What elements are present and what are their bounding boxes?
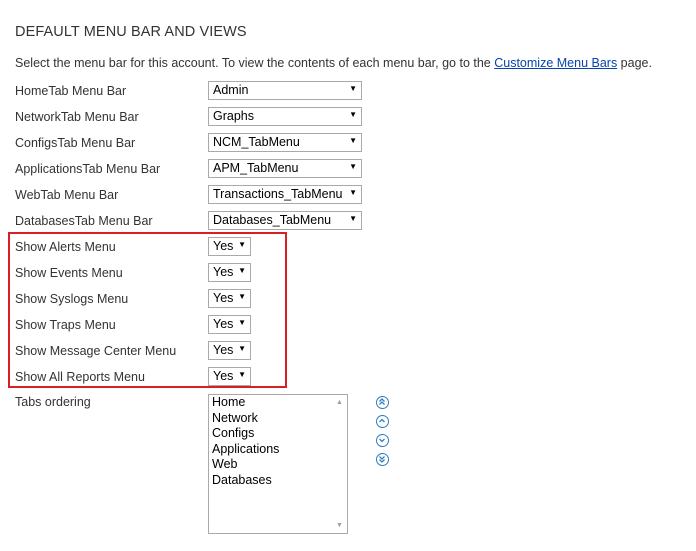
intro-text-after: page. bbox=[617, 56, 652, 70]
applicationstab-select-value: APM_TabMenu bbox=[213, 161, 299, 175]
show-traps-row: Show Traps Menu Yes ▼ bbox=[15, 315, 415, 335]
show-alerts-row: Show Alerts Menu Yes ▼ bbox=[15, 237, 415, 257]
show-traps-label: Show Traps Menu bbox=[15, 318, 116, 332]
dropdown-arrow-icon: ▼ bbox=[349, 162, 357, 171]
show-alerts-select-value: Yes bbox=[213, 239, 234, 253]
applicationstab-row: ApplicationsTab Menu Bar APM_TabMenu ▼ bbox=[15, 159, 415, 179]
tabs-ordering-list: Home Network Configs Applications Web Da… bbox=[212, 395, 279, 488]
move-to-top-icon[interactable] bbox=[376, 396, 389, 409]
networktab-select-value: Graphs bbox=[213, 109, 254, 123]
show-traps-select-value: Yes bbox=[213, 317, 234, 331]
show-message-center-select[interactable]: Yes ▼ bbox=[208, 341, 251, 360]
show-syslogs-select[interactable]: Yes ▼ bbox=[208, 289, 251, 308]
list-item[interactable]: Network bbox=[212, 411, 279, 427]
dropdown-arrow-icon: ▼ bbox=[349, 84, 357, 93]
configstab-row: ConfigsTab Menu Bar NCM_TabMenu ▼ bbox=[15, 133, 415, 153]
dropdown-arrow-icon: ▼ bbox=[349, 214, 357, 223]
webtab-row: WebTab Menu Bar Transactions_TabMenu ▼ bbox=[15, 185, 415, 205]
databasestab-select-value: Databases_TabMenu bbox=[213, 213, 332, 227]
dropdown-arrow-icon: ▼ bbox=[238, 292, 246, 301]
dropdown-arrow-icon: ▼ bbox=[238, 318, 246, 327]
show-message-center-label: Show Message Center Menu bbox=[15, 344, 177, 358]
move-to-bottom-icon[interactable] bbox=[376, 453, 389, 466]
show-alerts-label: Show Alerts Menu bbox=[15, 240, 116, 254]
applicationstab-select[interactable]: APM_TabMenu ▼ bbox=[208, 159, 362, 178]
dropdown-arrow-icon: ▼ bbox=[238, 266, 246, 275]
show-message-center-row: Show Message Center Menu Yes ▼ bbox=[15, 341, 415, 361]
intro-text-before: Select the menu bar for this account. To… bbox=[15, 56, 495, 70]
customize-menu-bars-link[interactable]: Customize Menu Bars bbox=[494, 56, 617, 70]
tabs-ordering-label: Tabs ordering bbox=[15, 395, 91, 409]
networktab-row: NetworkTab Menu Bar Graphs ▼ bbox=[15, 107, 415, 127]
show-all-reports-row: Show All Reports Menu Yes ▼ bbox=[15, 367, 415, 387]
show-all-reports-label: Show All Reports Menu bbox=[15, 370, 145, 384]
show-events-select-value: Yes bbox=[213, 265, 234, 279]
show-traps-select[interactable]: Yes ▼ bbox=[208, 315, 251, 334]
list-item[interactable]: Databases bbox=[212, 473, 279, 489]
show-syslogs-label: Show Syslogs Menu bbox=[15, 292, 129, 306]
hometab-select[interactable]: Admin ▼ bbox=[208, 81, 362, 100]
webtab-select[interactable]: Transactions_TabMenu ▼ bbox=[208, 185, 362, 204]
configstab-select[interactable]: NCM_TabMenu ▼ bbox=[208, 133, 362, 152]
show-syslogs-row: Show Syslogs Menu Yes ▼ bbox=[15, 289, 415, 309]
scroll-down-icon[interactable]: ▼ bbox=[336, 522, 343, 529]
list-item[interactable]: Web bbox=[212, 457, 279, 473]
listbox-scrollbar[interactable]: ▲ ▼ bbox=[332, 395, 347, 533]
databasestab-label: DatabasesTab Menu Bar bbox=[15, 214, 153, 228]
databasestab-select[interactable]: Databases_TabMenu ▼ bbox=[208, 211, 362, 230]
page-title: DEFAULT MENU BAR AND VIEWS bbox=[15, 24, 247, 40]
networktab-select[interactable]: Graphs ▼ bbox=[208, 107, 362, 126]
list-item[interactable]: Configs bbox=[212, 426, 279, 442]
dropdown-arrow-icon: ▼ bbox=[349, 136, 357, 145]
show-all-reports-select-value: Yes bbox=[213, 369, 234, 383]
list-item[interactable]: Applications bbox=[212, 442, 279, 458]
applicationstab-label: ApplicationsTab Menu Bar bbox=[15, 162, 161, 176]
show-alerts-select[interactable]: Yes ▼ bbox=[208, 237, 251, 256]
networktab-label: NetworkTab Menu Bar bbox=[15, 110, 139, 124]
move-down-icon[interactable] bbox=[376, 434, 389, 447]
scroll-up-icon[interactable]: ▲ bbox=[336, 399, 343, 406]
dropdown-arrow-icon: ▼ bbox=[238, 240, 246, 249]
webtab-label: WebTab Menu Bar bbox=[15, 188, 119, 202]
show-message-center-select-value: Yes bbox=[213, 343, 234, 357]
databasestab-row: DatabasesTab Menu Bar Databases_TabMenu … bbox=[15, 211, 415, 231]
list-item[interactable]: Home bbox=[212, 395, 279, 411]
dropdown-arrow-icon: ▼ bbox=[238, 370, 246, 379]
hometab-row: HomeTab Menu Bar Admin ▼ bbox=[15, 81, 415, 101]
show-events-row: Show Events Menu Yes ▼ bbox=[15, 263, 415, 283]
show-syslogs-select-value: Yes bbox=[213, 291, 234, 305]
configstab-select-value: NCM_TabMenu bbox=[213, 135, 300, 149]
webtab-select-value: Transactions_TabMenu bbox=[213, 187, 343, 201]
configstab-label: ConfigsTab Menu Bar bbox=[15, 136, 136, 150]
dropdown-arrow-icon: ▼ bbox=[349, 110, 357, 119]
show-all-reports-select[interactable]: Yes ▼ bbox=[208, 367, 251, 386]
hometab-label: HomeTab Menu Bar bbox=[15, 84, 127, 98]
show-events-select[interactable]: Yes ▼ bbox=[208, 263, 251, 282]
move-up-icon[interactable] bbox=[376, 415, 389, 428]
tabs-ordering-listbox[interactable]: Home Network Configs Applications Web Da… bbox=[208, 394, 348, 534]
hometab-select-value: Admin bbox=[213, 83, 249, 97]
dropdown-arrow-icon: ▼ bbox=[349, 188, 357, 197]
intro-text: Select the menu bar for this account. To… bbox=[15, 56, 652, 70]
dropdown-arrow-icon: ▼ bbox=[238, 344, 246, 353]
show-events-label: Show Events Menu bbox=[15, 266, 123, 280]
